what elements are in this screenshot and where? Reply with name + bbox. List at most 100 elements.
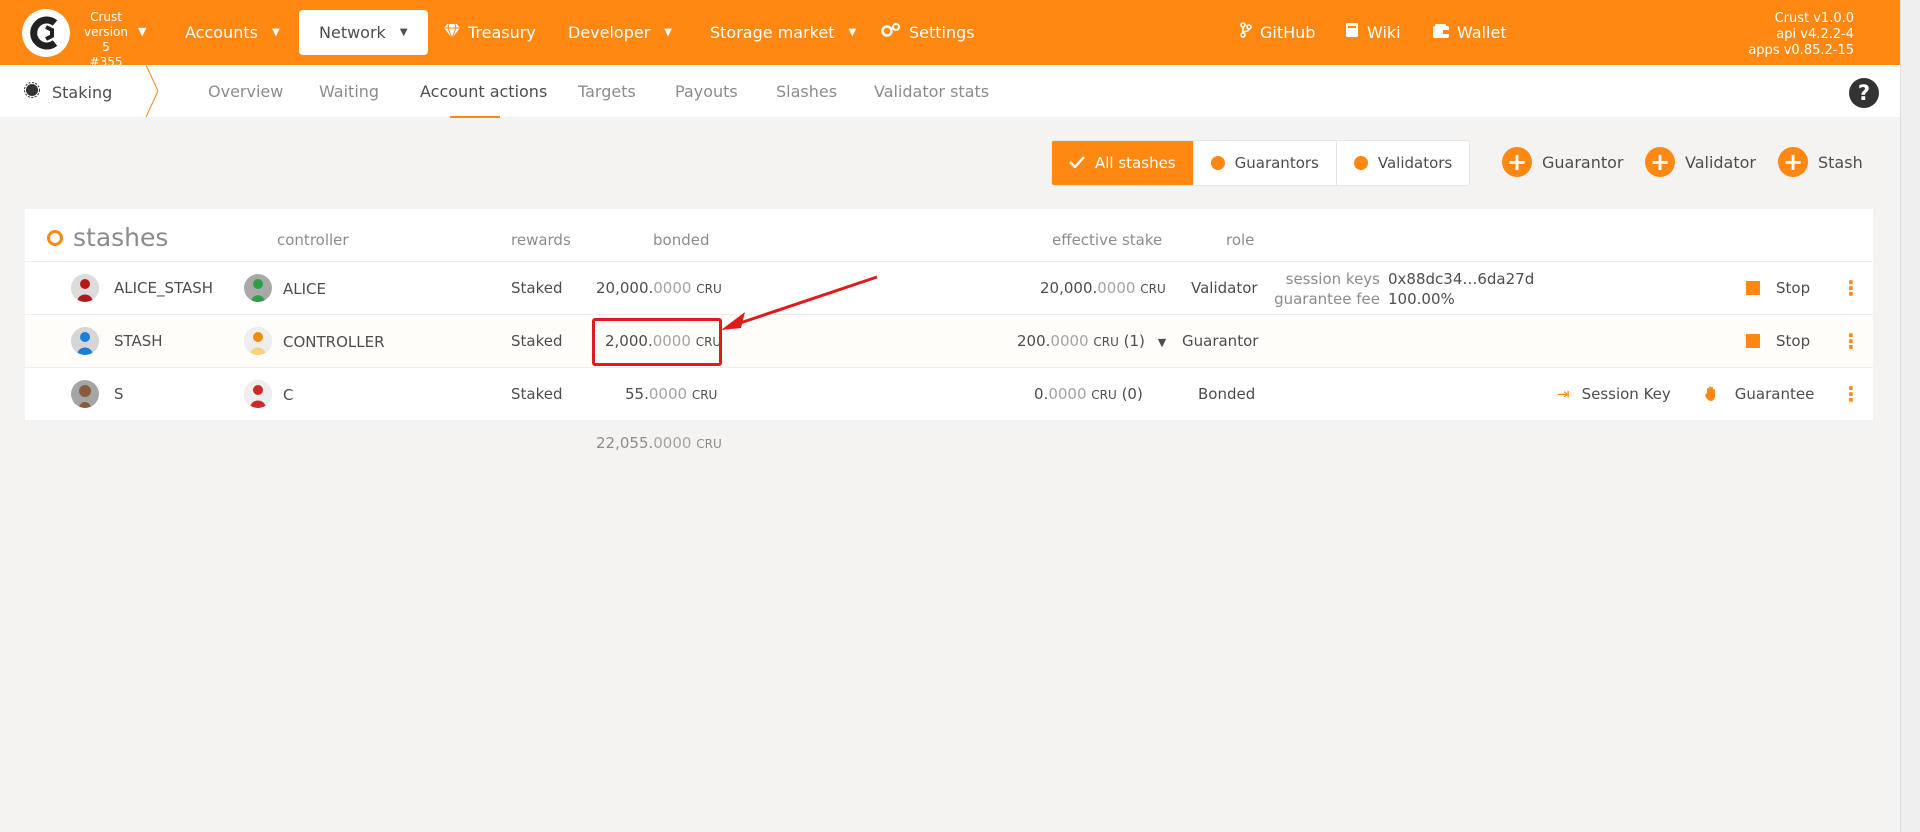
controller-name[interactable]: CONTROLLER <box>283 333 385 351</box>
filter-guarantors-button[interactable]: Guarantors <box>1194 141 1337 185</box>
guarantee-fee-label: guarantee fee <box>1274 290 1380 308</box>
session-info: session keys 0x88dc34…6da27d guarantee fe… <box>1268 269 1534 309</box>
add-stash-button[interactable]: + Stash <box>1778 147 1863 177</box>
bonded-int: 55. <box>625 385 649 403</box>
code-branch-icon <box>1240 10 1252 55</box>
nav-storage-market-label: Storage market <box>710 23 835 42</box>
version-line-crust: Crust v1.0.0 <box>1774 11 1854 26</box>
avatar[interactable] <box>71 327 99 355</box>
session-key-button[interactable]: ⇥ Session Key <box>1557 385 1671 403</box>
version-info: Crust v1.0.0 api v4.2.2-4 apps v0.85.2-1… <box>1748 11 1854 59</box>
circle-icon <box>47 229 63 246</box>
book-icon <box>1345 10 1359 55</box>
stash-name[interactable]: ALICE_STASH <box>114 279 213 297</box>
bonded-total: 22,055.0000 CRU <box>596 434 722 452</box>
header-role: role <box>1226 231 1255 249</box>
chevron-down-icon: ▼ <box>848 27 857 38</box>
chain-name: Crust <box>90 10 122 24</box>
filter-all-stashes-button[interactable]: All stashes <box>1052 141 1194 185</box>
hand-icon <box>1705 385 1723 403</box>
nav-accounts[interactable]: Accounts ▼ <box>185 10 280 55</box>
version-line-apps: apps v0.85.2-15 <box>1748 43 1854 58</box>
unit: CRU <box>1093 335 1119 349</box>
stop-button[interactable]: Stop <box>1746 279 1810 297</box>
tab-overview[interactable]: Overview <box>208 82 283 101</box>
plus-icon: + <box>1502 147 1532 177</box>
gem-icon <box>444 10 460 55</box>
filter-validators-button[interactable]: Validators <box>1337 141 1469 185</box>
stashes-table: stashes controller rewards bonded effect… <box>25 209 1873 420</box>
avatar[interactable] <box>244 274 272 302</box>
avatar[interactable] <box>71 274 99 302</box>
table-row: S C Staked 55.0000 CRU 0.0000 CRU (0) Bo… <box>25 367 1873 420</box>
effective-count: (0) <box>1121 385 1143 403</box>
stash-name[interactable]: S <box>114 385 124 403</box>
nav-github-label: GitHub <box>1260 23 1316 42</box>
session-key-label: Session Key <box>1581 385 1671 403</box>
avatar[interactable] <box>244 380 272 408</box>
guarantee-fee-value: 100.00% <box>1388 290 1455 308</box>
avatar[interactable] <box>71 380 99 408</box>
plus-icon: + <box>1645 147 1675 177</box>
bonded-dec: 0000 <box>648 385 688 403</box>
help-icon[interactable]: ? <box>1849 78 1879 108</box>
more-options-icon[interactable]: ⋮ <box>1841 329 1861 353</box>
tab-waiting[interactable]: Waiting <box>319 82 379 101</box>
nav-network[interactable]: Network ▼ <box>299 10 428 55</box>
session-keys-value: 0x88dc34…6da27d <box>1388 270 1535 288</box>
nav-wallet-label: Wallet <box>1457 23 1507 42</box>
tab-payouts[interactable]: Payouts <box>675 82 738 101</box>
guarantee-button[interactable]: Guarantee <box>1705 385 1814 403</box>
chevron-down-icon[interactable]: ▼ <box>138 25 146 38</box>
avatar[interactable] <box>244 327 272 355</box>
nav-settings-label: Settings <box>909 23 975 42</box>
unit: CRU <box>1140 282 1166 296</box>
tab-slashes[interactable]: Slashes <box>776 82 837 101</box>
stop-icon <box>1746 334 1760 348</box>
sign-in-icon: ⇥ <box>1557 385 1570 403</box>
controller-name[interactable]: C <box>283 386 293 404</box>
nav-developer[interactable]: Developer ▼ <box>568 10 672 55</box>
effective-int: 20,000. <box>1040 279 1098 297</box>
tab-validator-stats[interactable]: Validator stats <box>874 82 989 101</box>
more-options-icon[interactable]: ⋮ <box>1841 382 1861 406</box>
add-guarantor-button[interactable]: + Guarantor <box>1502 147 1624 177</box>
filter-validators-label: Validators <box>1377 154 1453 172</box>
add-validator-button[interactable]: + Validator <box>1645 147 1756 177</box>
vertical-scrollbar[interactable] <box>1900 0 1920 832</box>
nav-treasury[interactable]: Treasury <box>444 10 536 55</box>
nav-wallet[interactable]: Wallet <box>1433 10 1507 55</box>
effective-stake[interactable]: 200.0000 CRU (1) ▼ <box>1017 332 1166 350</box>
plus-icon: + <box>1778 147 1808 177</box>
nav-storage-market[interactable]: Storage market ▼ <box>710 10 856 55</box>
stash-name[interactable]: STASH <box>114 332 163 350</box>
unit: CRU <box>691 388 718 402</box>
stop-button[interactable]: Stop <box>1746 332 1810 350</box>
bonded-int: 20,000. <box>596 279 654 297</box>
chain-selector[interactable]: Crust version 5 #355 <box>80 10 132 70</box>
nav-settings[interactable]: Settings <box>881 10 975 55</box>
stash-filter-group: All stashes Guarantors Validators <box>1051 140 1471 186</box>
nav-wiki-label: Wiki <box>1367 23 1401 42</box>
crust-logo-icon[interactable] <box>22 9 70 57</box>
tab-account-actions[interactable]: Account actions <box>420 82 547 101</box>
rewards-status: Staked <box>511 332 563 350</box>
filter-all-stashes-label: All stashes <box>1095 154 1176 172</box>
effective-count: (1) <box>1123 332 1145 350</box>
nav-developer-label: Developer <box>568 23 651 42</box>
check-icon <box>1069 154 1085 172</box>
nav-github[interactable]: GitHub <box>1240 10 1315 55</box>
effective-stake: 20,000.0000 CRU <box>1040 279 1166 297</box>
chain-version: version 5 <box>84 25 128 54</box>
guarantee-label: Guarantee <box>1734 385 1815 403</box>
bonded-amount: 20,000.0000 CRU <box>596 279 722 297</box>
tab-targets[interactable]: Targets <box>578 82 636 101</box>
chevron-down-icon: ▼ <box>664 27 672 38</box>
annotation-highlight-box <box>592 318 722 366</box>
more-options-icon[interactable]: ⋮ <box>1841 276 1861 300</box>
total-int: 22,055. <box>596 434 654 452</box>
stop-icon <box>1746 281 1760 295</box>
nav-wiki[interactable]: Wiki <box>1345 10 1401 55</box>
effective-dec: 0000 <box>1097 279 1136 297</box>
controller-name[interactable]: ALICE <box>283 280 326 298</box>
